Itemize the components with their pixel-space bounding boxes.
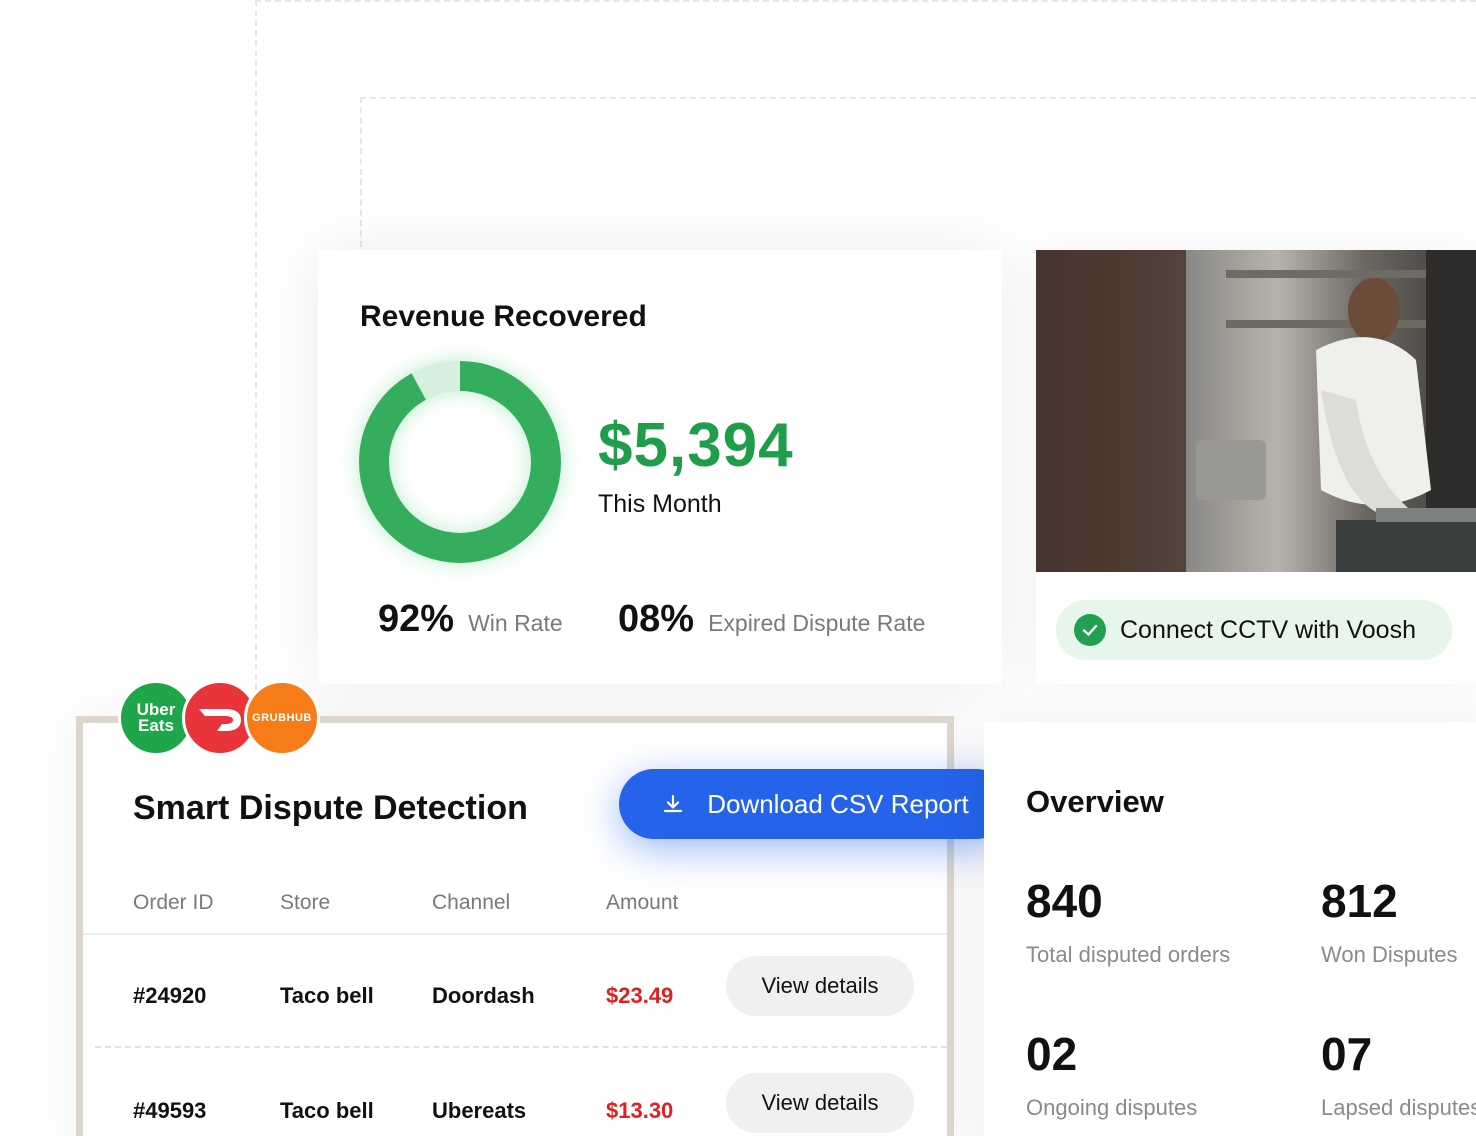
column-order-id: Order ID [133,891,214,914]
order-id: #24920 [133,983,207,1008]
grubhub-logo: GRUBHUB [244,680,320,756]
download-icon [664,794,683,813]
chef-photo [1036,250,1476,572]
guide-line [255,0,257,700]
revenue-donut-chart [359,361,561,563]
channel: Doordash [432,983,535,1008]
revenue-period: This Month [598,490,722,518]
donut-arc [359,361,561,563]
guide-line [360,97,362,257]
channel: Ubereats [432,1098,527,1123]
connect-cctv-label: Connect CCTV with Voosh [1120,615,1416,644]
won-disputes-label: Won Disputes [1321,942,1458,967]
overview-card: Overview 840 Total disputed orders 812 W… [984,722,1476,1136]
guide-line [255,0,1476,2]
column-amount: Amount [606,891,679,914]
store: Taco bell [280,983,374,1008]
row-divider [95,1046,947,1048]
revenue-card: Revenue Recovered $5,394 This Month 92% … [318,250,1002,684]
store: Taco bell [280,1098,374,1123]
expired-rate-stat: 08% Expired Dispute Rate [618,598,925,641]
view-details-button[interactable]: View details [726,1073,914,1133]
download-csv-label: Download CSV Report [707,788,969,819]
won-disputes-value: 812 [1321,875,1398,927]
check-circle-icon [1074,614,1106,646]
total-disputed-label: Total disputed orders [1026,942,1231,967]
header-divider [83,933,947,935]
amount: $23.49 [606,983,674,1008]
ongoing-disputes-value: 02 [1026,1028,1078,1080]
total-disputed-value: 840 [1026,875,1103,927]
amount: $13.30 [606,1098,674,1123]
download-csv-button[interactable]: Download CSV Report [619,769,1011,839]
guide-line [360,97,1476,99]
revenue-title: Revenue Recovered [360,300,647,333]
connect-cctv-button[interactable]: Connect CCTV with Voosh [1056,600,1452,660]
column-store: Store [280,891,331,914]
revenue-amount: $5,394 [598,411,794,480]
order-id: #49593 [133,1098,207,1123]
dispute-title: Smart Dispute Detection [133,789,528,827]
cctv-card: Connect CCTV with Voosh [1036,250,1476,684]
expired-rate-value: 08% [618,598,695,640]
platform-badges: Uber Eats GRUBHUB [118,680,328,760]
uber-eats-line2: Eats [138,716,174,735]
win-rate-stat: 92% Win Rate [378,598,563,641]
win-rate-value: 92% [378,598,455,640]
table-header: Order ID Store Channel Amount [133,891,933,921]
view-details-button[interactable]: View details [726,956,914,1016]
chef-illustration [1036,250,1476,572]
win-rate-label: Win Rate [468,610,563,636]
overview-title: Overview [1026,784,1164,819]
expired-rate-label: Expired Dispute Rate [708,610,926,636]
lapsed-disputes-label: Lapsed disputes [1321,1095,1476,1120]
lapsed-disputes-value: 07 [1321,1028,1373,1080]
column-channel: Channel [432,891,511,914]
ongoing-disputes-label: Ongoing disputes [1026,1095,1198,1120]
